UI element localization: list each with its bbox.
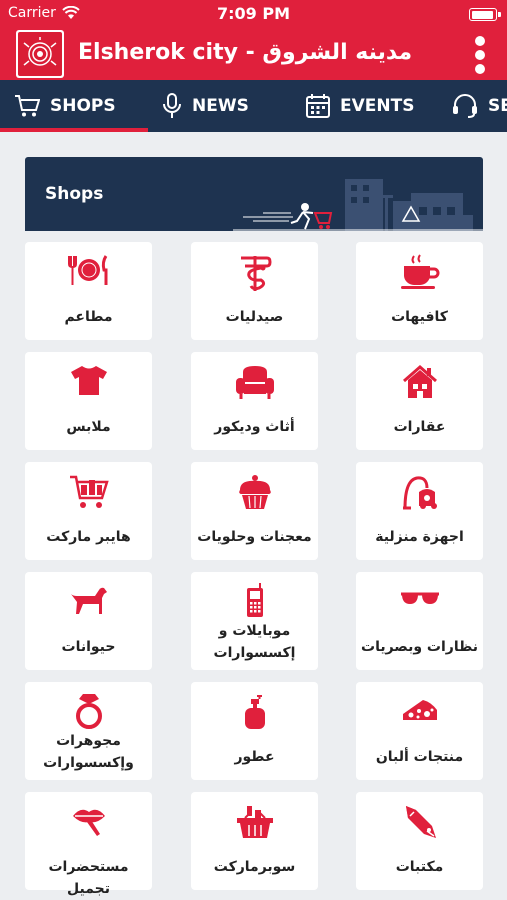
cupcake-icon bbox=[238, 475, 271, 509]
pen-nib-icon bbox=[405, 806, 436, 838]
tshirt-icon bbox=[70, 366, 107, 395]
city-logo-icon bbox=[16, 30, 64, 78]
more-menu-button[interactable] bbox=[469, 34, 491, 76]
vacuum-icon bbox=[402, 476, 437, 510]
category-tile-perfumes[interactable]: عطور bbox=[191, 682, 318, 780]
category-tile-bookstores[interactable]: مكتبات bbox=[356, 792, 483, 890]
category-label: صيدليات bbox=[225, 309, 284, 325]
cheese-icon bbox=[402, 700, 437, 720]
category-tile-bakery[interactable]: معجنات وحلويات bbox=[191, 462, 318, 560]
category-tile-restaurants[interactable]: مطاعم bbox=[25, 242, 152, 340]
basket-icon bbox=[236, 806, 273, 838]
category-tile-hypermarket[interactable]: هايبر ماركت bbox=[25, 462, 152, 560]
category-label: مجوهرات وإكسسوارات bbox=[43, 733, 134, 771]
more-vertical-icon bbox=[475, 36, 485, 46]
microphone-icon bbox=[163, 93, 181, 118]
banner-title: Shops bbox=[45, 184, 104, 204]
calendar-icon bbox=[306, 94, 330, 118]
tab-label: SE bbox=[488, 96, 507, 116]
category-tile-supermarket[interactable]: سوبرماركت bbox=[191, 792, 318, 890]
category-label: مطاعم bbox=[64, 309, 113, 325]
ring-icon bbox=[75, 694, 102, 729]
category-tile-pharmacies[interactable]: صيدليات bbox=[191, 242, 318, 340]
category-label: اجهزة منزلية bbox=[375, 529, 464, 545]
category-label: عقارات bbox=[393, 419, 446, 435]
sunglasses-icon bbox=[400, 592, 439, 604]
category-tile-clothes[interactable]: ملابس bbox=[25, 352, 152, 450]
category-label: مكتبات bbox=[395, 859, 444, 875]
category-label: أثاث وديكور bbox=[214, 419, 295, 435]
menu-dot bbox=[475, 50, 485, 60]
category-label: ملابس bbox=[66, 419, 111, 435]
category-label: عطور bbox=[234, 749, 275, 765]
category-tile-animals[interactable]: حيوانات bbox=[25, 572, 152, 670]
coffee-cup-icon bbox=[400, 254, 439, 289]
tab-label: SHOPS bbox=[50, 96, 116, 116]
tab-shops[interactable]: SHOPS bbox=[14, 80, 116, 132]
mobile-phone-icon bbox=[246, 583, 263, 617]
category-label: كافيهات bbox=[391, 309, 448, 325]
category-tile-jewelry[interactable]: مجوهرات وإكسسوارات bbox=[25, 682, 152, 780]
status-time: 7:09 PM bbox=[216, 4, 290, 23]
dog-icon bbox=[70, 587, 107, 614]
selected-tab-indicator bbox=[0, 128, 148, 132]
category-label: سوبرماركت bbox=[213, 859, 296, 875]
status-bar: Carrier 7:09 PM bbox=[0, 0, 507, 28]
battery-tip bbox=[498, 12, 501, 17]
restaurant-icon bbox=[67, 255, 107, 285]
shopping-cart-icon bbox=[69, 475, 109, 508]
category-label: منتجات ألبان bbox=[375, 749, 464, 765]
tab-label: NEWS bbox=[192, 96, 249, 116]
armchair-icon bbox=[235, 366, 274, 399]
category-tile-cafes[interactable]: كافيهات bbox=[356, 242, 483, 340]
headset-icon bbox=[453, 94, 477, 118]
tab-events[interactable]: EVENTS bbox=[306, 80, 414, 132]
category-tile-furniture[interactable]: أثاث وديكور bbox=[191, 352, 318, 450]
category-label: نظارات وبصريات bbox=[361, 639, 478, 655]
lipstick-icon bbox=[72, 809, 105, 836]
category-label: موبايلات و إكسسوارات bbox=[213, 623, 296, 661]
category-label: هايبر ماركت bbox=[46, 529, 131, 545]
category-tile-optics[interactable]: نظارات وبصريات bbox=[356, 572, 483, 670]
category-tile-cosmetics[interactable]: مستحضرات تجميل bbox=[25, 792, 152, 897]
tab-news[interactable]: NEWS bbox=[162, 80, 249, 132]
pharmacy-icon bbox=[240, 256, 272, 291]
tab-services[interactable]: SE bbox=[452, 80, 507, 132]
city-skyline-illustration bbox=[233, 179, 483, 231]
house-icon bbox=[402, 365, 437, 398]
category-label: حيوانات bbox=[61, 639, 116, 655]
tab-bar: SHOPS NEWS EVENTS SE bbox=[0, 80, 507, 132]
app-bar: Elsherok city - مدينه الشروق bbox=[0, 28, 507, 80]
app-title: Elsherok city - مدينه الشروق bbox=[78, 40, 413, 65]
menu-dot bbox=[475, 64, 485, 74]
tab-label: EVENTS bbox=[340, 96, 415, 116]
category-label: معجنات وحلويات bbox=[197, 529, 312, 545]
category-tile-dairy[interactable]: منتجات ألبان bbox=[356, 682, 483, 780]
category-tile-mobiles[interactable]: موبايلات و إكسسوارات bbox=[191, 572, 318, 670]
battery-icon bbox=[469, 8, 497, 21]
category-tile-home-appliances[interactable]: اجهزة منزلية bbox=[356, 462, 483, 560]
perfume-icon bbox=[244, 695, 265, 729]
category-tile-real-estate[interactable]: عقارات bbox=[356, 352, 483, 450]
cart-icon bbox=[15, 95, 40, 117]
category-label: مستحضرات تجميل bbox=[48, 859, 129, 897]
shops-banner: Shops bbox=[25, 157, 483, 231]
